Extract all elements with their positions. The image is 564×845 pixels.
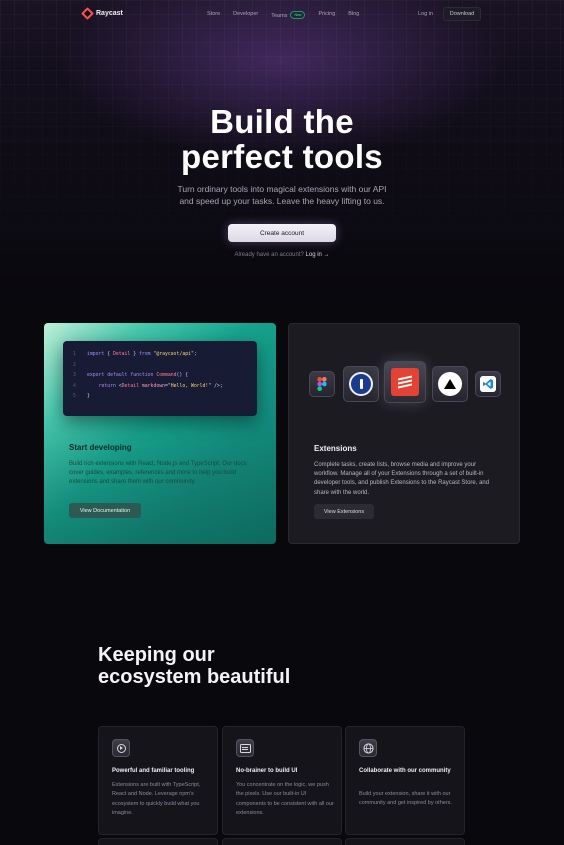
ui-line <box>241 746 248 748</box>
code-token: "Hello, World!" <box>167 383 212 389</box>
code-line: 1 import { Detail } from "@raycast/api"; <box>73 352 257 363</box>
line-number: 3 <box>73 373 76 378</box>
tooling-play-glyph <box>120 746 123 750</box>
extension-app-icons <box>309 361 501 404</box>
code-token: } <box>130 352 139 357</box>
ecosystem-title: Keeping our ecosystem beautiful <box>98 644 290 688</box>
globe-glyph <box>362 742 374 754</box>
line-number: 4 <box>73 383 76 389</box>
card-description: Build rich extensions with React, Node.j… <box>69 461 247 486</box>
code-line: 4 return < Detail markdown = "Hello, World!… <box>73 384 257 395</box>
already-have-account: Already have an account? Log in → <box>0 252 564 258</box>
line-number: 1 <box>73 352 76 357</box>
code-token: />; <box>211 383 223 389</box>
code-token: Command <box>156 373 177 378</box>
hero-subtitle: Turn ordinary tools into magical extensi… <box>0 183 564 207</box>
nav-link-teams[interactable]: Teams New <box>271 11 306 19</box>
code-token: () { <box>176 373 189 378</box>
feature-card-tooling: Powerful and familiar tooling Extensions… <box>98 726 218 835</box>
feature-card-ui: No-brainer to build UI You concentrate o… <box>222 726 342 835</box>
code-token: Detail <box>113 352 131 357</box>
hero-login-link[interactable]: Log in → <box>306 252 330 258</box>
nav-link-teams-label: Teams <box>271 13 288 19</box>
code-token: export default function <box>87 373 154 378</box>
feature-description: You concentrate on the logic, we push th… <box>236 782 334 816</box>
card-title: Start developing <box>69 443 132 452</box>
login-link[interactable]: Log in <box>418 11 433 17</box>
brand-logo[interactable]: Raycast <box>81 7 123 20</box>
hero-title-line-2: perfect tools <box>181 138 383 175</box>
view-documentation-button[interactable]: View Documentation <box>69 503 141 518</box>
feature-description: Build your extension, share it with our … <box>359 791 452 807</box>
feature-title: Powerful and familiar tooling <box>112 768 195 774</box>
nav-links: Store Developer Teams New Pricing Blog <box>207 11 372 19</box>
figma-icon <box>309 371 335 397</box>
code-token: { <box>104 352 113 357</box>
ui-window-glyph <box>239 743 251 753</box>
code-token: "@raycast/api" <box>153 352 194 357</box>
hero-subtitle-line-1: Turn ordinary tools into magical extensi… <box>177 184 387 194</box>
new-badge: New <box>290 11 306 19</box>
feature-title: No-brainer to build UI <box>236 768 298 774</box>
card-description: Complete tasks, create lists, browse med… <box>314 462 490 496</box>
brand-name: Raycast <box>96 10 123 17</box>
code-token: Detail <box>121 383 139 389</box>
vscode-glyph <box>483 379 493 389</box>
card-title: Extensions <box>314 444 357 453</box>
1password-badge <box>349 372 373 396</box>
todoist-icon <box>384 361 426 403</box>
hero-title-line-1: Build the <box>210 103 354 140</box>
nav-link-developer[interactable]: Developer <box>233 11 258 19</box>
vercel-badge <box>438 372 462 396</box>
tooling-ring <box>116 743 126 753</box>
feature-card-partial <box>222 838 342 845</box>
already-text: Already have an account? <box>234 252 304 258</box>
vscode-icon <box>475 371 501 397</box>
globe-icon <box>359 739 377 757</box>
nav-link-store[interactable]: Store <box>207 11 220 19</box>
code-snippet: 1 import { Detail } from "@raycast/api"; 2… <box>63 341 257 416</box>
feature-description: Extensions are built with TypeScript, Re… <box>112 782 201 816</box>
ui-line <box>241 749 248 750</box>
ecosystem-title-line-2: ecosystem beautiful <box>98 666 291 688</box>
code-line: 3 export default function Command() { <box>73 373 257 384</box>
top-nav: Raycast Store Developer Teams New Pricing… <box>0 0 564 28</box>
vercel-triangle <box>444 379 456 389</box>
code-token: from <box>139 352 151 357</box>
feature-title: Collaborate with our community <box>359 768 451 774</box>
code-line: 2 <box>73 363 257 374</box>
hero-title: Build the perfect tools <box>0 104 564 174</box>
code-token: } <box>87 394 90 399</box>
create-account-button[interactable]: Create account <box>228 224 336 242</box>
hero-subtitle-line-2: and speed up your tasks. Leave the heavy… <box>179 196 385 206</box>
line-number: 5 <box>73 394 76 399</box>
vercel-icon <box>432 366 468 402</box>
view-extensions-button[interactable]: View Extensions <box>314 504 374 519</box>
feature-card-community: Collaborate with our community Build you… <box>345 726 465 835</box>
1password-keyhole <box>359 379 363 389</box>
code-token: import <box>87 352 105 357</box>
feature-card-partial <box>98 838 218 845</box>
vscode-badge <box>480 376 496 392</box>
nav-link-pricing[interactable]: Pricing <box>318 11 335 19</box>
ui-icon <box>236 739 254 757</box>
code-token: return <box>98 383 116 389</box>
extensions-card: Extensions Complete tasks, create lists,… <box>288 323 520 544</box>
code-token: ; <box>193 352 197 357</box>
nav-link-blog[interactable]: Blog <box>348 11 359 19</box>
start-developing-card: 1 import { Detail } from "@raycast/api"; 2… <box>44 323 276 544</box>
line-number: 2 <box>73 362 76 368</box>
feature-card-partial <box>345 838 465 845</box>
todoist-stripe <box>398 383 412 389</box>
1password-icon <box>343 366 379 402</box>
raycast-logo-icon <box>81 7 94 20</box>
todoist-badge <box>391 368 419 396</box>
code-line: 5} <box>73 394 257 405</box>
ecosystem-title-line-1: Keeping our <box>98 644 215 666</box>
download-button[interactable]: Download <box>443 7 481 21</box>
code-token: markdown <box>141 383 165 389</box>
tooling-icon <box>112 739 130 757</box>
